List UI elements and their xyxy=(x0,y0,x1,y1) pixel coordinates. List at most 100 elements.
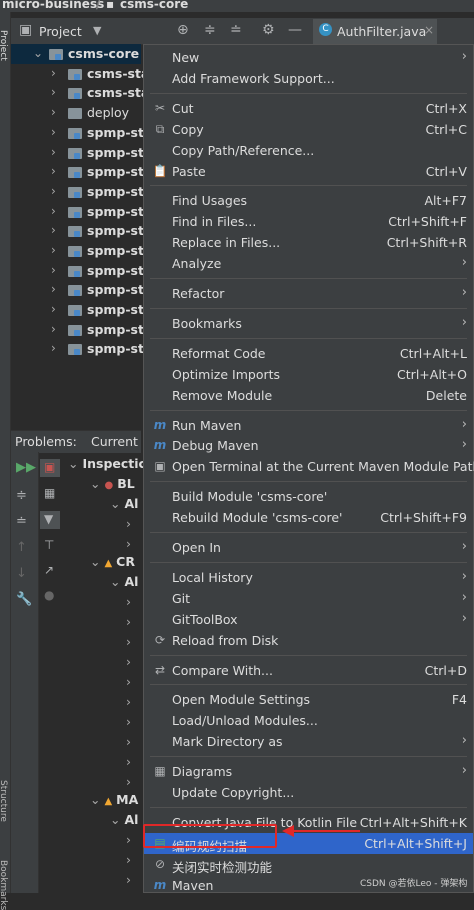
chevron-right-icon[interactable]: › xyxy=(51,125,56,139)
problem-item-row[interactable]: › xyxy=(126,774,131,794)
chevron-down-icon[interactable]: ⌄ xyxy=(90,554,100,569)
problem-item-row[interactable]: › xyxy=(126,734,131,754)
problem-group-row[interactable]: ⌄ ▲ CR xyxy=(90,554,135,574)
menu-item[interactable]: ⇄ Compare With... Ctrl+D xyxy=(144,660,473,681)
locate-icon[interactable]: ⊕ xyxy=(177,22,189,38)
problems-tab[interactable]: Problems: xyxy=(15,434,77,449)
problem-item-row[interactable]: › xyxy=(126,674,131,694)
chevron-right-icon[interactable]: › xyxy=(51,341,56,355)
problem-subgroup-row[interactable]: ⌄ Al xyxy=(110,574,138,594)
chevron-down-icon[interactable]: ⌄ xyxy=(68,456,78,471)
menu-item[interactable]: Update Copyright... xyxy=(144,782,473,803)
chevron-right-icon[interactable]: › xyxy=(126,832,131,847)
menu-item[interactable]: ▣ Open Terminal at the Current Maven Modu… xyxy=(144,456,474,477)
problem-item-row[interactable]: › xyxy=(126,852,131,872)
chevron-right-icon[interactable]: › xyxy=(51,85,56,99)
project-tool-tab[interactable]: Project xyxy=(0,30,8,61)
up-arrow-icon[interactable]: ↑ xyxy=(16,540,27,555)
chevron-right-icon[interactable]: › xyxy=(51,322,56,336)
menu-item[interactable]: m Debug Maven › xyxy=(144,435,473,456)
problem-group-row[interactable]: ⌄ ● BL xyxy=(90,476,135,496)
tree-item[interactable]: › spmp-sta xyxy=(11,123,152,143)
chevron-right-icon[interactable]: › xyxy=(126,594,131,609)
menu-item[interactable]: Open Module Settings F4 xyxy=(144,689,473,710)
menu-item[interactable]: Analyze › xyxy=(144,253,473,274)
chevron-right-icon[interactable]: › xyxy=(51,263,56,277)
menu-item[interactable]: ⧉ Copy Ctrl+C xyxy=(144,119,473,140)
problem-item-row[interactable]: › xyxy=(126,832,131,852)
structure-tool-tab[interactable]: Structure xyxy=(0,780,8,822)
problem-subgroup-row[interactable]: ⌄ Al xyxy=(110,812,138,832)
chevron-right-icon[interactable]: › xyxy=(126,734,131,749)
chevron-right-icon[interactable]: › xyxy=(51,243,56,257)
menu-item[interactable]: Git › xyxy=(144,588,473,609)
chevron-right-icon[interactable]: › xyxy=(51,184,56,198)
tree-item[interactable]: › spmp-sta xyxy=(11,162,152,182)
problem-subgroup-row[interactable]: ⌄ Al xyxy=(110,496,138,516)
menu-item[interactable]: Rebuild Module 'csms-core' Ctrl+Shift+F9 xyxy=(144,507,473,528)
problem-item-row[interactable]: › xyxy=(126,714,131,734)
tree-item[interactable]: › spmp-sta xyxy=(11,143,152,163)
menu-item[interactable]: GitToolBox › xyxy=(144,609,473,630)
menu-item[interactable]: Build Module 'csms-core' xyxy=(144,486,473,507)
tree-item[interactable]: › csms-sta xyxy=(11,83,149,103)
problem-item-row[interactable]: › xyxy=(126,754,131,774)
chevron-down-icon[interactable]: ⌄ xyxy=(90,476,100,491)
chevron-down-icon[interactable]: ⌄ xyxy=(33,46,43,60)
inspection-root-row[interactable]: ⌄ Inspectic xyxy=(68,456,146,476)
wrench-icon[interactable]: 🔧 xyxy=(16,592,32,607)
chevron-right-icon[interactable]: › xyxy=(126,634,131,649)
layout-icon[interactable]: ▦ xyxy=(44,486,55,500)
chevron-right-icon[interactable]: › xyxy=(126,754,131,769)
menu-item[interactable]: ✂ Cut Ctrl+X xyxy=(144,98,473,119)
menu-item[interactable]: Copy Path/Reference... xyxy=(144,140,473,161)
stop-button[interactable]: ▣ xyxy=(40,459,60,477)
down-arrow-icon[interactable]: ↓ xyxy=(16,566,27,581)
menu-item[interactable]: ⊘ 关闭实时检测功能 xyxy=(144,854,473,875)
chevron-right-icon[interactable]: › xyxy=(126,536,131,551)
menu-item[interactable]: Refactor › xyxy=(144,283,473,304)
problem-item-row[interactable]: › xyxy=(126,594,131,614)
chevron-down-icon[interactable]: ▼ xyxy=(93,24,101,37)
problem-item-row[interactable]: › xyxy=(126,536,131,556)
close-icon[interactable]: × xyxy=(424,23,434,37)
chevron-right-icon[interactable]: › xyxy=(51,282,56,296)
tree-item[interactable]: › spmp-sta xyxy=(11,261,152,281)
tree-item[interactable]: › spmp-sta xyxy=(11,182,152,202)
menu-item[interactable]: New › xyxy=(144,47,473,68)
bookmarks-tool-tab[interactable]: Bookmarks xyxy=(0,860,8,910)
tree-item[interactable]: › deploy xyxy=(11,103,141,123)
menu-item[interactable]: ▦ Diagrams › xyxy=(144,761,473,782)
editor-tab-authfilter[interactable]: C AuthFilter.java × xyxy=(313,19,437,46)
tree-item[interactable]: › spmp-sta xyxy=(11,221,152,241)
tree-item[interactable]: › spmp-sta xyxy=(11,339,152,359)
menu-item[interactable]: Mark Directory as › xyxy=(144,731,473,752)
problem-item-row[interactable]: › xyxy=(126,694,131,714)
chevron-right-icon[interactable]: › xyxy=(126,694,131,709)
menu-item[interactable]: Load/Unload Modules... xyxy=(144,710,473,731)
menu-item[interactable]: Find Usages Alt+F7 xyxy=(144,190,473,211)
project-view-label[interactable]: Project xyxy=(39,24,82,39)
problem-item-row[interactable]: › xyxy=(126,516,131,536)
chevron-right-icon[interactable]: › xyxy=(126,516,131,531)
problem-group-row[interactable]: ⌄ ▲ MA xyxy=(90,792,138,812)
chevron-right-icon[interactable]: › xyxy=(51,164,56,178)
problem-item-row[interactable]: › xyxy=(126,634,131,654)
menu-item[interactable]: Open In › xyxy=(144,537,473,558)
menu-item[interactable]: Add Framework Support... xyxy=(144,68,473,89)
chevron-down-icon[interactable]: ⌄ xyxy=(110,574,120,589)
tree-item[interactable]: › csms-sta xyxy=(11,64,149,84)
chevron-right-icon[interactable]: › xyxy=(126,654,131,669)
chevron-right-icon[interactable]: › xyxy=(51,145,56,159)
chevron-right-icon[interactable]: › xyxy=(51,66,56,80)
chevron-right-icon[interactable]: › xyxy=(126,614,131,629)
run-icon[interactable]: ▶▶ xyxy=(16,460,36,475)
menu-item[interactable]: Local History › xyxy=(144,567,473,588)
problem-item-row[interactable]: › xyxy=(126,872,131,892)
chevron-down-icon[interactable]: ⌄ xyxy=(110,496,120,511)
menu-item[interactable]: Optimize Imports Ctrl+Alt+O xyxy=(144,364,473,385)
collapse-all-icon[interactable]: ≐ xyxy=(230,22,242,38)
collapse-icon[interactable]: ≐ xyxy=(16,514,27,529)
menu-item[interactable]: m Run Maven › xyxy=(144,415,473,436)
expand-all-icon[interactable]: ≑ xyxy=(204,22,216,38)
